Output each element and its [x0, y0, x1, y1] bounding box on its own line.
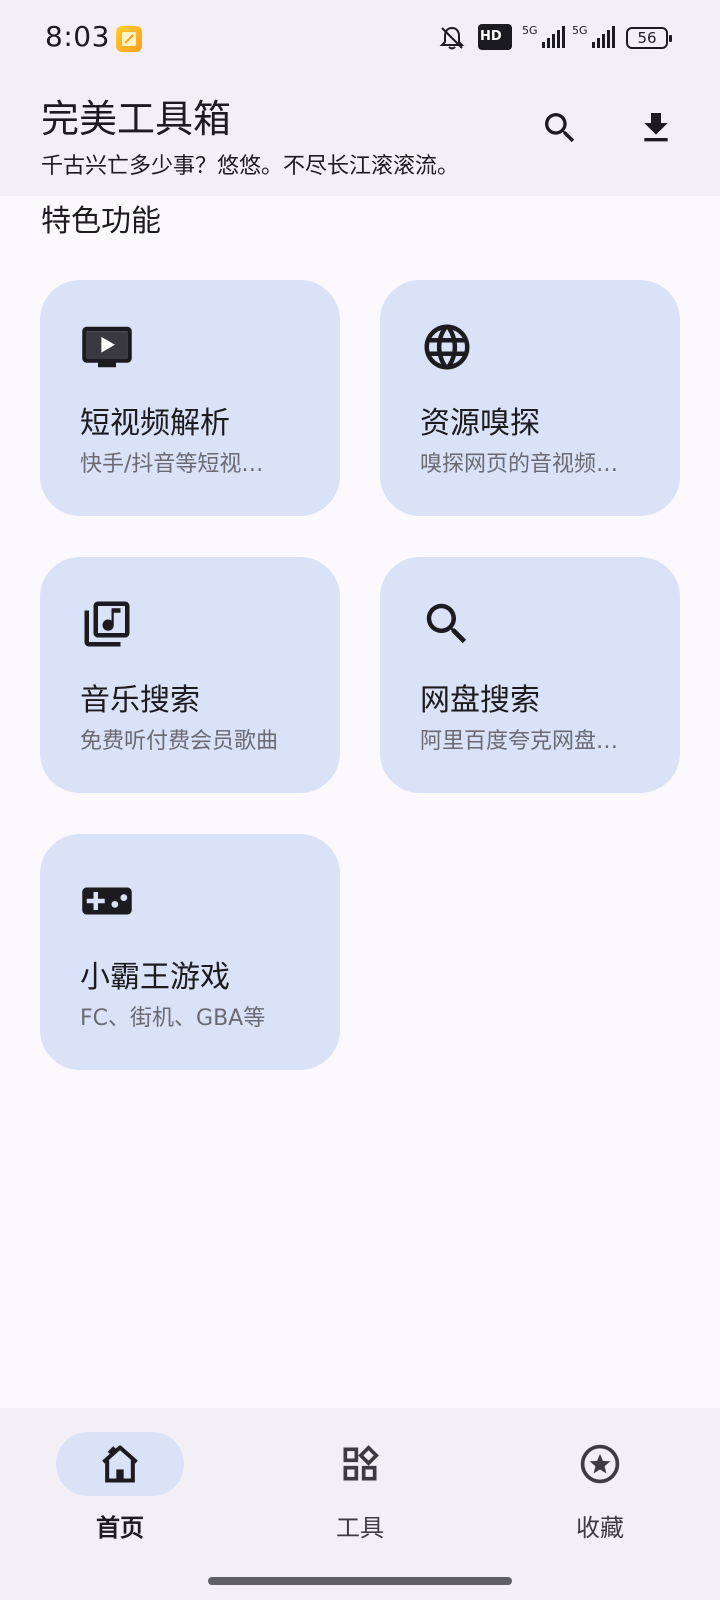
globe-icon	[424, 324, 470, 370]
card-desc: 免费听付费会员歌曲	[80, 729, 279, 754]
card-title: 资源嗅探	[420, 406, 540, 441]
card-title: 短视频解析	[80, 406, 230, 441]
gamepad-icon	[82, 887, 132, 915]
card-retro-games[interactable]: 小霸王游戏 FC、街机、GBA等	[40, 834, 340, 1070]
search-button[interactable]	[532, 100, 588, 156]
card-title: 音乐搜索	[80, 683, 200, 718]
tv-play-icon	[82, 326, 132, 368]
card-cloud-search[interactable]: 网盘搜索 阿里百度夸克网盘…	[380, 557, 680, 793]
bottom-navigation: 首页 工具 收藏	[0, 1408, 720, 1600]
download-button[interactable]	[628, 100, 684, 156]
card-title: 小霸王游戏	[80, 960, 230, 995]
card-video-parse[interactable]: 短视频解析 快手/抖音等短视…	[40, 280, 340, 516]
top-app-bar: 完美工具箱 千古兴亡多少事？悠悠。不尽长江滚滚流。	[0, 76, 720, 196]
card-title: 网盘搜索	[420, 683, 540, 718]
bell-muted-icon	[438, 24, 466, 56]
card-desc: 嗅探网页的音视频…	[420, 452, 619, 477]
nav-label: 首页	[96, 1514, 144, 1542]
nav-label: 收藏	[576, 1514, 624, 1542]
battery-indicator: 56	[626, 27, 672, 49]
app-subtitle: 千古兴亡多少事？悠悠。不尽长江滚滚流。	[41, 154, 460, 179]
svg-text:5G: 5G	[522, 24, 538, 37]
hd-badge: HD	[478, 24, 512, 50]
signal-icon: 5G	[572, 24, 616, 54]
gesture-handle[interactable]	[208, 1577, 512, 1585]
nav-item-tools[interactable]: 工具	[240, 1408, 480, 1600]
search-icon	[545, 113, 575, 143]
nav-item-favorites[interactable]: 收藏	[480, 1408, 720, 1600]
nav-label: 工具	[336, 1514, 384, 1542]
section-title: 特色功能	[41, 204, 161, 239]
signal-icon: 5G	[522, 24, 566, 54]
home-icon	[102, 1445, 138, 1483]
music-library-icon	[84, 601, 130, 647]
search-icon	[426, 603, 467, 644]
card-desc: FC、街机、GBA等	[80, 1006, 266, 1031]
star-circle-icon	[580, 1444, 620, 1484]
card-desc: 阿里百度夸克网盘…	[420, 729, 619, 754]
card-desc: 快手/抖音等短视…	[80, 452, 264, 477]
svg-text:5G: 5G	[572, 24, 588, 37]
status-bar: 8:03 HD 5G 5G 56	[0, 0, 720, 76]
notes-app-icon	[116, 26, 142, 52]
widgets-icon	[343, 1445, 379, 1481]
download-icon	[644, 113, 668, 142]
status-time: 8:03	[45, 20, 110, 53]
nav-item-home[interactable]: 首页	[0, 1408, 240, 1600]
app-title: 完美工具箱	[41, 97, 232, 141]
card-resource-sniff[interactable]: 资源嗅探 嗅探网页的音视频…	[380, 280, 680, 516]
card-music-search[interactable]: 音乐搜索 免费听付费会员歌曲	[40, 557, 340, 793]
